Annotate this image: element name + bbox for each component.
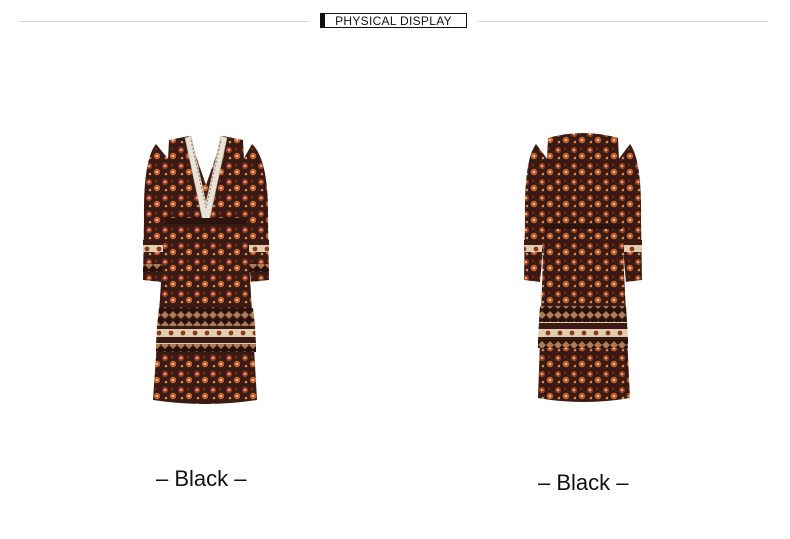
product-image-front[interactable] <box>129 130 289 420</box>
product-caption-back: – Black – <box>538 470 629 495</box>
header-rule-right <box>478 21 768 22</box>
dress-back-illustration <box>524 133 642 402</box>
section-title-text: PHYSICAL DISPLAY <box>335 13 452 28</box>
product-caption-front: – Black – <box>156 466 247 491</box>
dress-front-illustration <box>143 135 269 404</box>
section-title: PHYSICAL DISPLAY <box>320 13 467 28</box>
header-rule-left <box>18 21 310 22</box>
product-image-back[interactable] <box>506 130 666 420</box>
